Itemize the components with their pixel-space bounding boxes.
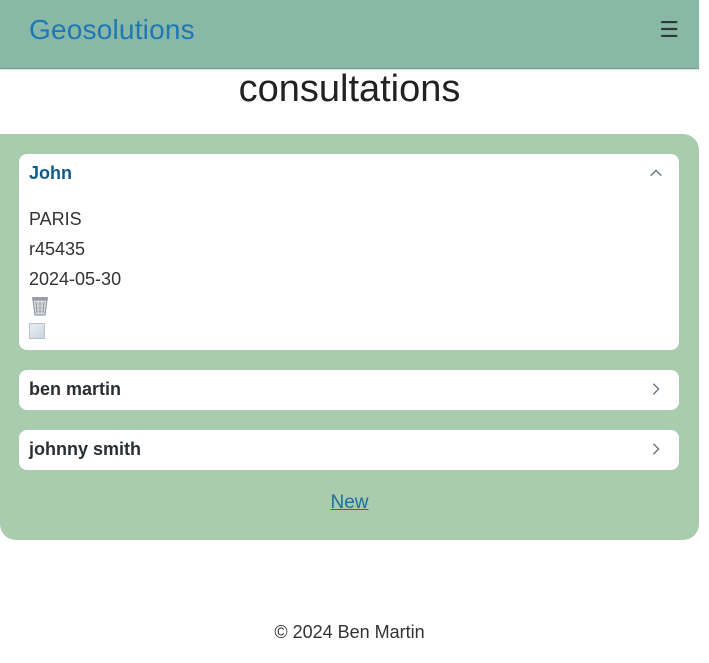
- chevron-right-icon: [652, 383, 660, 395]
- trash-icon: [32, 297, 48, 316]
- page-title: consultations: [238, 68, 461, 110]
- accordion-item-ben-martin: ben martin: [19, 370, 679, 410]
- footer-copyright: © 2024 Ben Martin: [274, 622, 425, 642]
- accordion-header-johnny-smith[interactable]: johnny smith: [19, 430, 679, 470]
- accordion-title: ben martin: [29, 379, 122, 399]
- consultations-panel: John PARIS r45435 2024-05-30 ben martin: [0, 134, 699, 540]
- chevron-up-icon: [650, 169, 662, 177]
- hamburger-menu-icon[interactable]: ☰: [659, 20, 679, 42]
- accordion-item-john: John PARIS r45435 2024-05-30: [19, 154, 679, 350]
- chevron-right-icon: [652, 443, 660, 455]
- broken-image-icon: [29, 323, 45, 339]
- accordion-body-john: PARIS r45435 2024-05-30: [19, 194, 679, 345]
- accordion-header-ben-martin[interactable]: ben martin: [19, 370, 679, 410]
- consultation-reference: r45435: [29, 239, 86, 259]
- consultation-city: PARIS: [29, 209, 82, 229]
- accordion-title: John: [29, 163, 72, 183]
- accordion-item-johnny-smith: johnny smith: [19, 430, 679, 470]
- consultation-date: 2024-05-30: [29, 269, 122, 289]
- accordion-title: johnny smith: [29, 439, 141, 459]
- accordion-header-john[interactable]: John: [19, 154, 679, 194]
- navbar: Geosolutions ☰: [0, 0, 699, 69]
- new-consultation-link[interactable]: New: [0, 492, 699, 514]
- delete-consultation-link[interactable]: [29, 294, 51, 318]
- brand-link[interactable]: Geosolutions: [29, 14, 195, 46]
